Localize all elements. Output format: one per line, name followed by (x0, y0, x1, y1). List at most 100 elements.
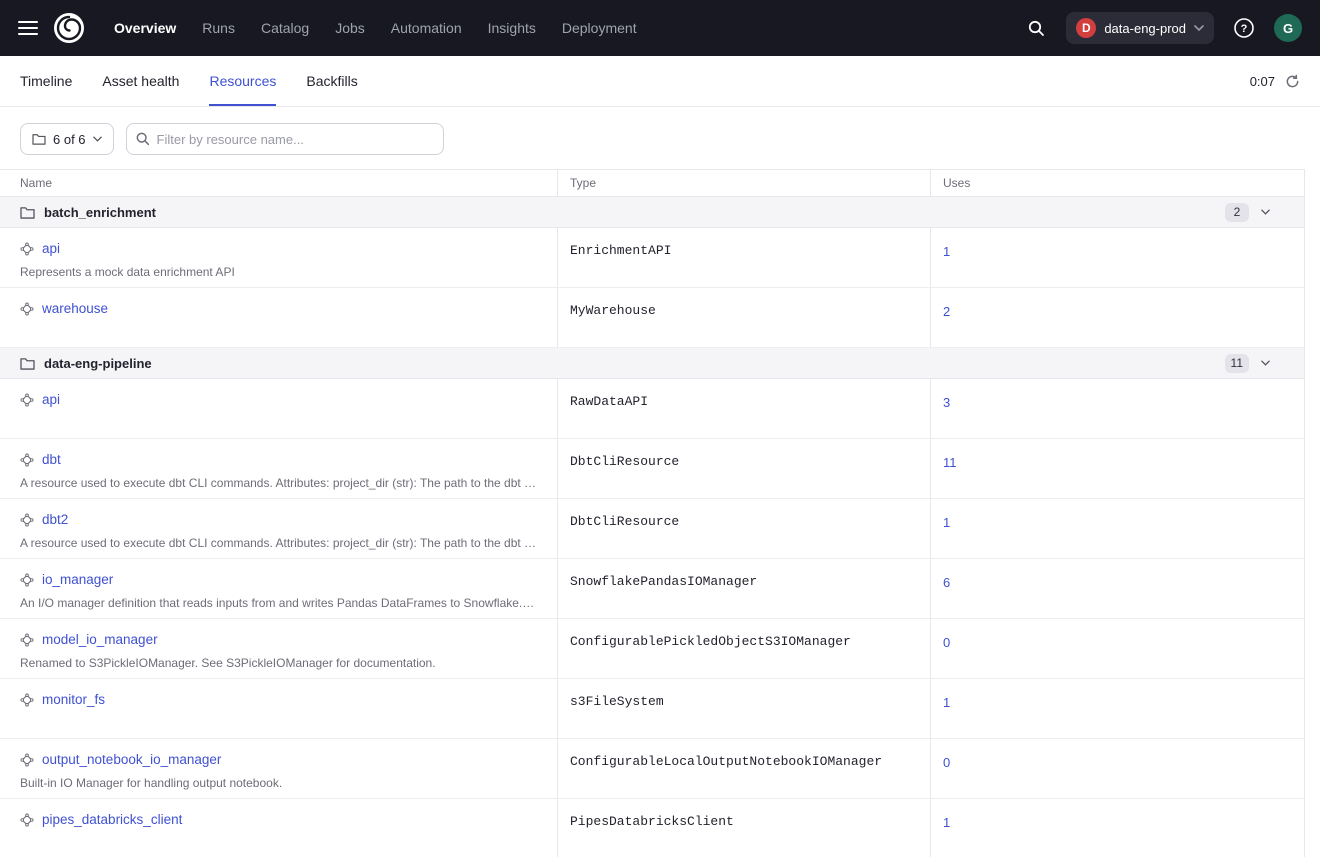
collapse-caret-icon[interactable] (1261, 209, 1270, 215)
folder-icon (32, 133, 46, 145)
resource-row: io_manager An I/O manager definition tha… (0, 559, 1304, 619)
tab-resources[interactable]: Resources (209, 56, 276, 106)
deployment-switcher[interactable]: D data-eng-prod (1066, 12, 1214, 44)
tab-asset-health[interactable]: Asset health (102, 56, 179, 106)
resource-name-link[interactable]: api (42, 392, 60, 407)
primary-nav: Overview Runs Catalog Jobs Automation In… (114, 20, 637, 36)
nav-right-controls: D data-eng-prod ? G (1020, 12, 1302, 44)
code-location-filter-button[interactable]: 6 of 6 (20, 123, 114, 155)
resource-description: A resource used to execute dbt CLI comma… (20, 536, 537, 550)
refresh-icon (1285, 74, 1300, 89)
resource-name-link[interactable]: warehouse (42, 301, 108, 316)
resource-name-link[interactable]: api (42, 241, 60, 256)
resource-name-cell: output_notebook_io_manager Built-in IO M… (0, 739, 557, 798)
resource-description: Represents a mock data enrichment API (20, 265, 537, 279)
resource-group-row[interactable]: batch_enrichment 2 (0, 197, 1304, 228)
column-header-name: Name (0, 170, 557, 196)
resource-type: MyWarehouse (557, 288, 930, 347)
top-nav: Overview Runs Catalog Jobs Automation In… (0, 0, 1320, 56)
resource-uses-link[interactable]: 3 (943, 395, 950, 410)
resource-name-link[interactable]: dbt (42, 452, 61, 467)
resource-uses-link[interactable]: 2 (943, 304, 950, 319)
resource-row: warehouse MyWarehouse 2 (0, 288, 1304, 348)
nav-item-insights[interactable]: Insights (488, 20, 536, 36)
resource-description: An I/O manager definition that reads inp… (20, 596, 537, 610)
resource-name-cell: api Represents a mock data enrichment AP… (0, 228, 557, 287)
resource-icon (20, 573, 34, 587)
resource-uses-link[interactable]: 1 (943, 815, 950, 830)
resource-uses-link[interactable]: 1 (943, 244, 950, 259)
resource-uses-link[interactable]: 0 (943, 755, 950, 770)
resource-icon (20, 242, 34, 256)
resource-name-cell: warehouse (0, 288, 557, 347)
resource-name-link[interactable]: output_notebook_io_manager (42, 752, 221, 767)
resource-uses-cell: 0 (930, 619, 1304, 678)
search-icon (135, 131, 150, 146)
nav-item-automation[interactable]: Automation (391, 20, 462, 36)
resource-icon (20, 633, 34, 647)
resource-uses-cell: 0 (930, 739, 1304, 798)
resource-uses-link[interactable]: 1 (943, 515, 950, 530)
resource-name-cell: monitor_fs (0, 679, 557, 738)
search-button[interactable] (1020, 12, 1052, 44)
resource-name-cell: dbt2 A resource used to execute dbt CLI … (0, 499, 557, 558)
folder-icon (20, 357, 35, 370)
resource-row: dbt2 A resource used to execute dbt CLI … (0, 499, 1304, 559)
resource-uses-cell: 3 (930, 379, 1304, 438)
resource-uses-link[interactable]: 1 (943, 695, 950, 710)
resource-row: api RawDataAPI 3 (0, 379, 1304, 439)
resource-type: RawDataAPI (557, 379, 930, 438)
deployment-badge: D (1076, 18, 1096, 38)
group-count-badge: 11 (1225, 354, 1249, 373)
resource-name-link[interactable]: io_manager (42, 572, 113, 587)
user-avatar[interactable]: G (1274, 14, 1302, 42)
resource-uses-link[interactable]: 6 (943, 575, 950, 590)
nav-item-catalog[interactable]: Catalog (261, 20, 309, 36)
nav-item-jobs[interactable]: Jobs (335, 20, 365, 36)
refresh-timer: 0:07 (1250, 74, 1275, 89)
resource-name-link[interactable]: model_io_manager (42, 632, 158, 647)
resource-group-row[interactable]: data-eng-pipeline 11 (0, 348, 1304, 379)
resource-type: DbtCliResource (557, 499, 930, 558)
resource-type: ConfigurableLocalOutputNotebookIOManager (557, 739, 930, 798)
resource-description: Built-in IO Manager for handling output … (20, 776, 537, 790)
refresh-button[interactable] (1285, 74, 1300, 89)
resource-name-link[interactable]: monitor_fs (42, 692, 105, 707)
resource-filter-input[interactable] (126, 123, 444, 155)
folder-icon (20, 206, 35, 219)
nav-item-runs[interactable]: Runs (202, 20, 235, 36)
resource-icon (20, 813, 34, 827)
table-header-row: Name Type Uses (0, 169, 1304, 197)
dagster-logo[interactable] (52, 11, 86, 45)
resource-row: monitor_fs s3FileSystem 1 (0, 679, 1304, 739)
tab-timeline[interactable]: Timeline (20, 56, 72, 106)
resource-uses-link[interactable]: 11 (943, 455, 957, 470)
resource-search (126, 123, 444, 155)
secondary-tab-bar: Timeline Asset health Resources Backfill… (0, 56, 1320, 107)
resource-name-cell: dbt A resource used to execute dbt CLI c… (0, 439, 557, 498)
group-name: data-eng-pipeline (44, 356, 152, 371)
collapse-caret-icon[interactable] (1261, 360, 1270, 366)
hamburger-menu-icon[interactable] (18, 21, 38, 35)
resource-icon (20, 302, 34, 316)
tab-backfills[interactable]: Backfills (306, 56, 357, 106)
nav-item-deployment[interactable]: Deployment (562, 20, 637, 36)
resource-uses-cell: 1 (930, 499, 1304, 558)
resource-row: model_io_manager Renamed to S3PickleIOMa… (0, 619, 1304, 679)
resource-uses-cell: 1 (930, 799, 1304, 857)
resource-row: dbt A resource used to execute dbt CLI c… (0, 439, 1304, 499)
help-button[interactable]: ? (1228, 12, 1260, 44)
resource-uses-link[interactable]: 0 (943, 635, 950, 650)
dagster-logo-icon (52, 11, 86, 45)
column-header-uses: Uses (930, 170, 1304, 196)
resource-name-link[interactable]: dbt2 (42, 512, 68, 527)
resource-type: PipesDatabricksClient (557, 799, 930, 857)
resource-type: DbtCliResource (557, 439, 930, 498)
resource-uses-cell: 1 (930, 228, 1304, 287)
resource-description: A resource used to execute dbt CLI comma… (20, 476, 537, 490)
resource-name-link[interactable]: pipes_databricks_client (42, 812, 182, 827)
resource-name-cell: api (0, 379, 557, 438)
resource-type: SnowflakePandasIOManager (557, 559, 930, 618)
nav-item-overview[interactable]: Overview (114, 20, 176, 36)
resource-icon (20, 453, 34, 467)
